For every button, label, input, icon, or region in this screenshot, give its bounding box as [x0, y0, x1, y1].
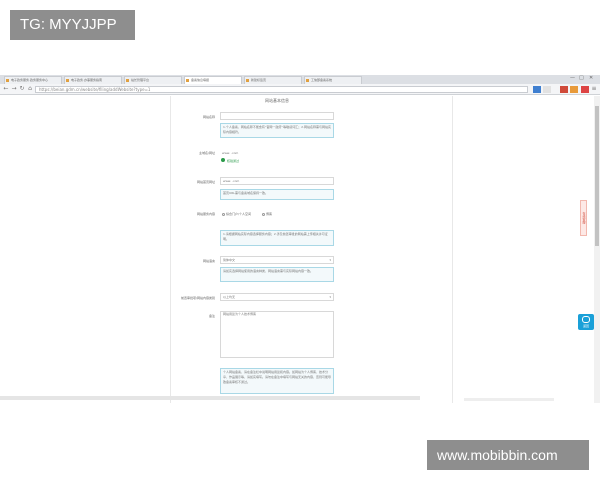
- vertical-scrollbar[interactable]: [594, 96, 600, 403]
- floating-button-label: 返回: [582, 324, 589, 328]
- service-type-label: 网站服务内容: [196, 212, 215, 216]
- tab-favicon-icon: [66, 79, 69, 82]
- radio-label: 博客: [266, 212, 273, 216]
- scroll-thumb[interactable]: [595, 106, 599, 246]
- address-bar[interactable]: https://beian.gdm.cn/website/filing/addW…: [35, 86, 528, 93]
- domain-label: 主域名/网址: [198, 151, 215, 155]
- chat-bubble-icon: [582, 316, 590, 323]
- homepage-hint: 首页URL需与备案域名保持一致。: [220, 189, 334, 200]
- tab-label: 站长管理平台: [131, 78, 150, 82]
- chevron-down-icon: ▾: [329, 258, 331, 262]
- browser-tab-1[interactable]: 电子政务服务·政务服务中心: [4, 76, 62, 84]
- pre-approval-value: 以上均无: [223, 295, 236, 299]
- floating-help-button[interactable]: 返回: [578, 314, 594, 330]
- radio-label: 综合门户/个人空间: [226, 212, 252, 216]
- language-value: 简体中文: [223, 258, 236, 262]
- faded-footer: [464, 398, 554, 401]
- domain-value: www. .com: [222, 151, 239, 155]
- browser-tab-2[interactable]: 电子政务·办事服务指南: [64, 76, 122, 84]
- reload-icon[interactable]: ↻: [18, 85, 26, 93]
- tab-label: 备案信息填报: [191, 78, 210, 82]
- tab-label: 电子政务服务·政务服务中心: [11, 78, 48, 82]
- home-icon[interactable]: ⌂: [26, 85, 34, 93]
- tab-label: 电子政务·办事服务指南: [71, 78, 102, 82]
- minimize-icon[interactable]: —: [570, 76, 575, 81]
- extension-icon[interactable]: [581, 86, 589, 93]
- service-radio-blog[interactable]: 博客: [262, 212, 272, 216]
- service-type-hint: 1.请根据网站实际内容选择服务内容；2.涉及前置审批的网站需上传相关许可证明。: [220, 230, 334, 246]
- pre-approval-select[interactable]: 以上均无 ▾: [220, 293, 334, 301]
- extension-icon[interactable]: [543, 86, 551, 93]
- browser-tab-3[interactable]: 站长管理平台: [124, 76, 182, 84]
- horizontal-scrollbar[interactable]: [0, 396, 420, 400]
- extension-icon[interactable]: [533, 86, 541, 93]
- menu-icon[interactable]: ≡: [590, 85, 598, 93]
- back-arrow-icon[interactable]: ←: [2, 85, 10, 93]
- check-circle-icon: [221, 158, 225, 162]
- service-radio-portal[interactable]: 综合门户/个人空间: [222, 212, 251, 216]
- extension-icon[interactable]: [560, 86, 568, 93]
- tab-label: 工信部备案系统: [311, 78, 333, 82]
- customer-service-tab[interactable]: 在线客服: [580, 200, 587, 236]
- language-label: 网站语言: [202, 259, 215, 263]
- column-divider: [452, 96, 453, 403]
- language-hint: 请如实选择网站使用的语言种类，网站语言需与实际网站内容一致。: [220, 267, 334, 282]
- remark-hint: 个人网站备案，请在备注栏中说明网站用途和内容。如网站为个人博客、技术分享、作品展…: [220, 368, 334, 394]
- column-divider: [170, 96, 171, 403]
- site-name-input[interactable]: [220, 112, 334, 120]
- watermark-top-left: TG: MYYJJPP: [10, 10, 135, 40]
- browser-window: 电子政务服务·政务服务中心 电子政务·办事服务指南 站长管理平台 备案信息填报 …: [0, 75, 600, 403]
- tab-favicon-icon: [6, 79, 9, 82]
- homepage-label: 网站首页网址: [196, 180, 215, 184]
- remark-label: 备注: [208, 314, 215, 318]
- chevron-down-icon: ▾: [329, 295, 331, 299]
- tab-favicon-icon: [186, 79, 189, 82]
- pre-approval-label: 前置审批项/网站内容类别: [180, 296, 215, 300]
- watermark-bottom-right: www.mobibbin.com: [427, 440, 589, 470]
- radio-icon: [222, 212, 225, 216]
- forward-arrow-icon[interactable]: →: [10, 85, 18, 93]
- tab-favicon-icon: [246, 79, 249, 82]
- domain-status: 核验通过: [227, 159, 240, 163]
- page-content: 网站基本信息 网站名称 1.个人备案，网站名称不能含有“官网”“政府”等敏感词汇…: [0, 96, 600, 403]
- browser-tab-6[interactable]: 工信部备案系统: [304, 76, 362, 84]
- form-title: 网站基本信息: [265, 98, 289, 103]
- language-select[interactable]: 简体中文 ▾: [220, 256, 334, 264]
- tab-strip: 电子政务服务·政务服务中心 电子政务·办事服务指南 站长管理平台 备案信息填报 …: [0, 75, 600, 84]
- tab-favicon-icon: [126, 79, 129, 82]
- homepage-input[interactable]: www. .com: [220, 177, 334, 185]
- extension-icon[interactable]: [570, 86, 578, 93]
- radio-icon: [262, 212, 265, 216]
- close-icon[interactable]: ✕: [589, 76, 594, 81]
- browser-toolbar: ← → ↻ ⌂ https://beian.gdm.cn/website/fil…: [0, 84, 600, 95]
- browser-tab-5[interactable]: 新建标签页: [244, 76, 302, 84]
- remark-textarea[interactable]: 网站用途为个人技术博客: [220, 311, 334, 358]
- browser-tab-4-active[interactable]: 备案信息填报: [184, 76, 242, 84]
- maximize-icon[interactable]: □: [579, 76, 584, 81]
- tab-label: 新建标签页: [251, 78, 267, 82]
- site-name-hint: 1.个人备案，网站名称不能含有“官网”“政府”等敏感词汇；2.网站名称需与网站实…: [220, 123, 334, 138]
- site-name-label: 网站名称: [202, 115, 215, 119]
- tab-favicon-icon: [306, 79, 309, 82]
